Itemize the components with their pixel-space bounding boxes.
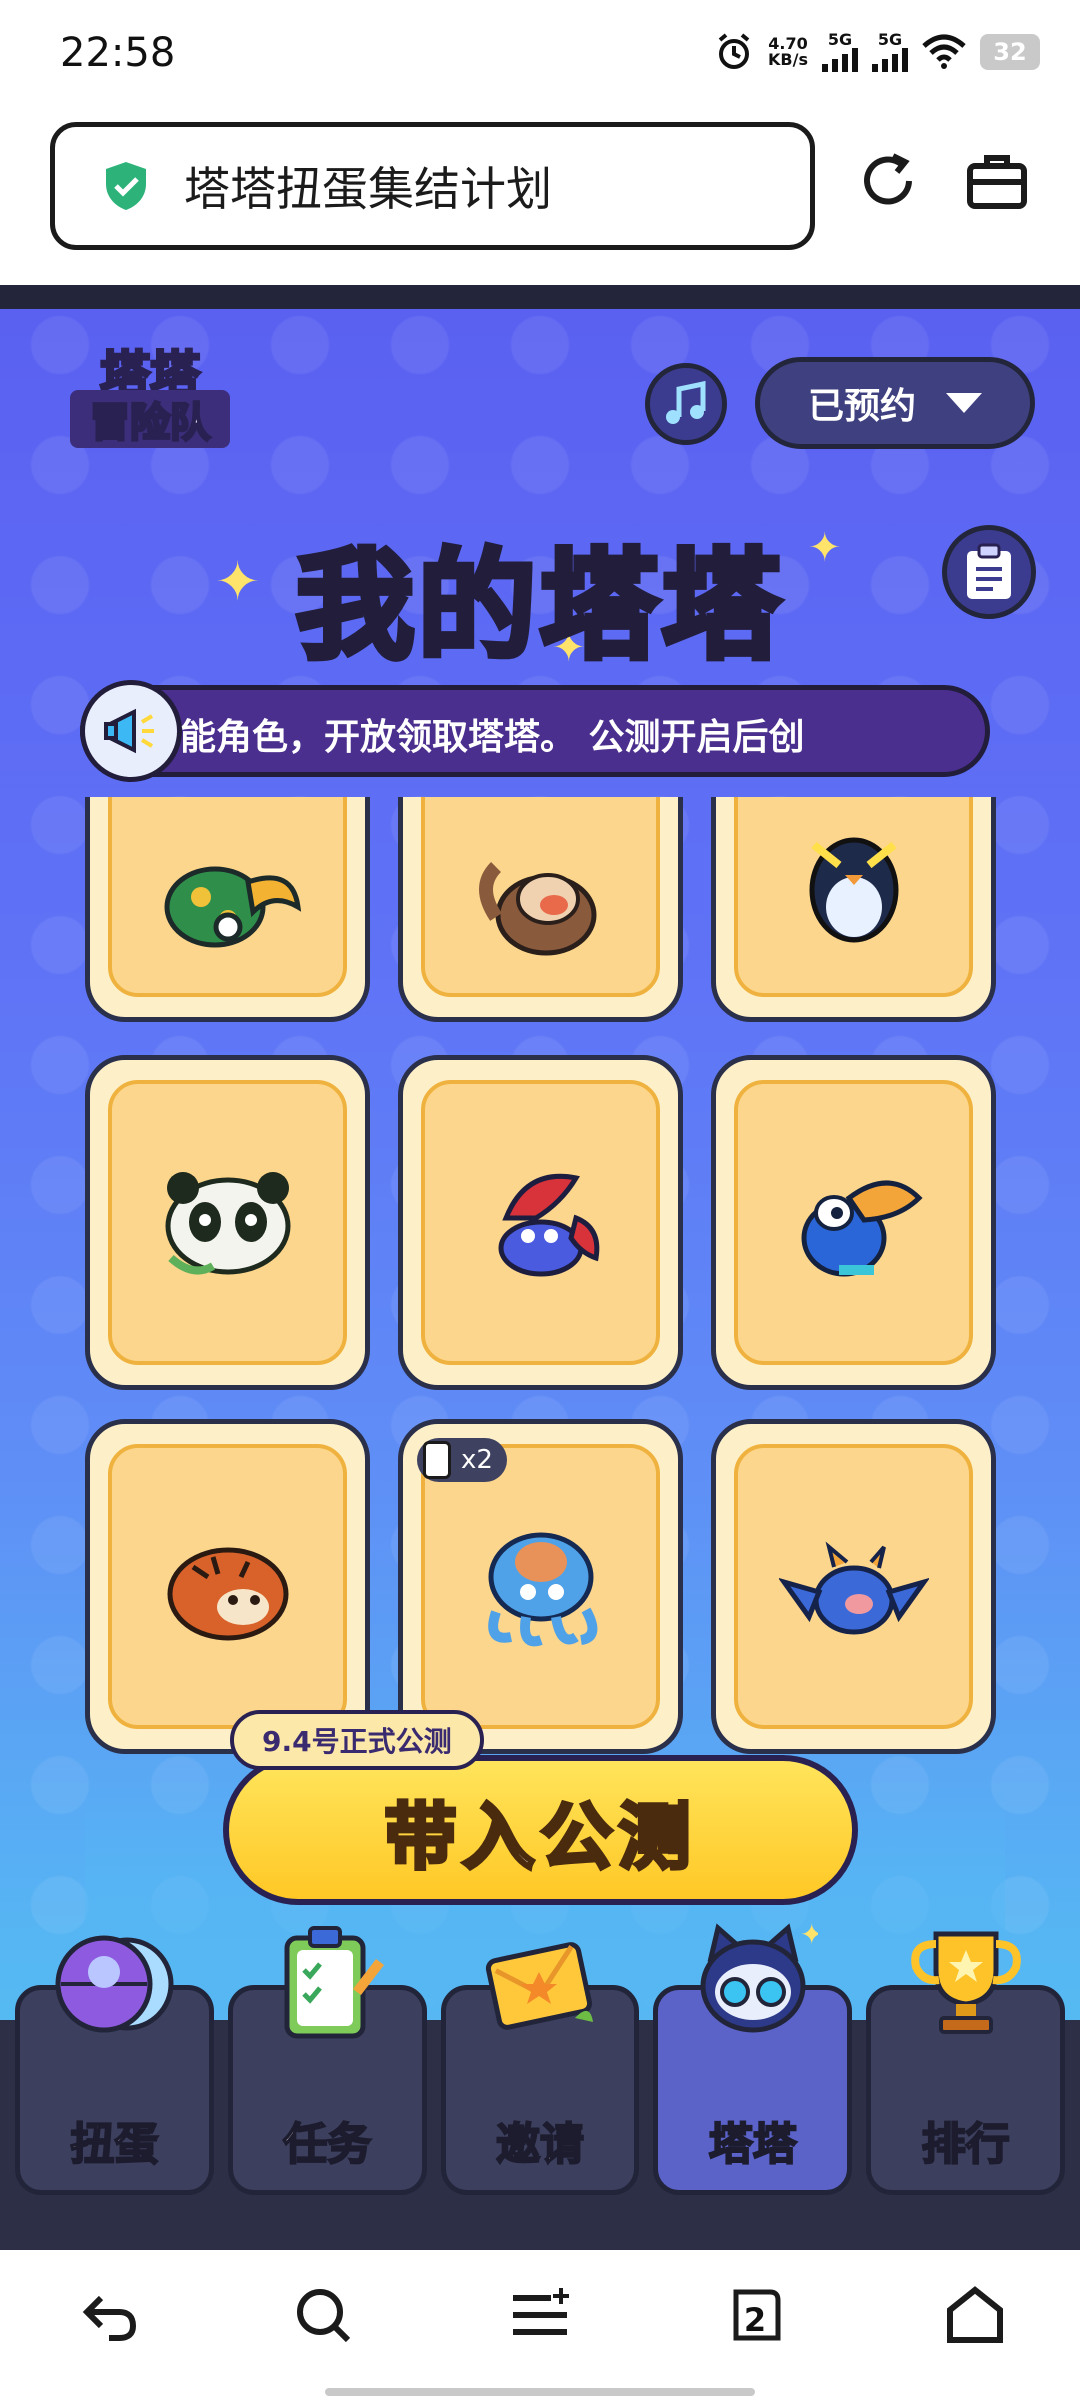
capsule-icon — [55, 1935, 174, 2033]
creature-card[interactable] — [398, 1055, 683, 1390]
turtle-bird-creature-icon — [164, 866, 301, 948]
game-logo: 塔塔 冒险队 — [55, 335, 245, 448]
rules-button[interactable] — [942, 525, 1036, 619]
status-bar: 22:58 4.70 KB/s 5G 5G 32 — [0, 0, 1080, 110]
creature-card[interactable] — [85, 1055, 370, 1390]
tab-count: 2 — [743, 2301, 767, 2339]
join-test-button[interactable]: 带入公测 — [223, 1755, 858, 1905]
card-stack-icon — [423, 1441, 451, 1479]
envelope-icon — [485, 1942, 593, 2030]
status-time: 22:58 — [60, 30, 176, 76]
game-top-divider — [0, 285, 1080, 309]
browser-toolbar: 塔塔扭蛋集结计划 — [0, 110, 1080, 285]
clipboard-icon — [284, 1926, 385, 2039]
crab-creature-icon — [498, 1173, 599, 1276]
tab-tata[interactable]: ✦ 塔塔 — [653, 1922, 853, 2195]
tab-invite[interactable]: 邀请 — [440, 1942, 640, 2195]
home-gesture-indicator[interactable] — [325, 2388, 755, 2396]
status-icons: 4.70 KB/s 5G 5G 32 — [714, 32, 1040, 72]
page-heading: 我的塔塔 — [293, 534, 784, 678]
monkey-creature-icon — [478, 862, 596, 956]
page-title: 塔塔扭蛋集结计划 — [184, 162, 552, 216]
battery-indicator: 32 — [980, 34, 1040, 70]
clipboard-list-icon — [967, 543, 1011, 599]
net-speed: 4.70 KB/s — [768, 34, 808, 69]
creature-card[interactable] — [398, 797, 683, 1022]
chevron-down-icon — [946, 393, 982, 413]
tab-gacha[interactable]: 扭蛋 — [15, 1935, 214, 2195]
home-icon[interactable] — [940, 2280, 1010, 2350]
octopus-creature-icon — [487, 1532, 597, 1646]
back-icon[interactable] — [75, 2280, 145, 2350]
bottom-tab-bar: 扭蛋 任务 邀请 ✦ 塔塔 排行 — [15, 1922, 1065, 2195]
toolbox-icon[interactable] — [962, 146, 1032, 216]
creature-card[interactable] — [711, 1419, 996, 1754]
tab-tasks[interactable]: 任务 — [227, 1926, 427, 2195]
penguin-creature-icon — [809, 837, 898, 942]
alarm-icon — [718, 33, 750, 69]
sim1-signal: 5G — [822, 32, 858, 72]
duplicate-count-badge: x2 — [417, 1438, 507, 1482]
announcement-marquee: 能角色，开放领取塔塔。 公测开启后创 — [80, 685, 990, 777]
reserve-status-button[interactable]: 已预约 — [755, 357, 1035, 449]
trophy-icon — [910, 1931, 1021, 2034]
music-note-icon — [666, 380, 706, 424]
bat-pig-creature-icon — [778, 1541, 929, 1634]
toucan-creature-icon — [801, 1180, 923, 1276]
megaphone-icon — [80, 680, 182, 782]
creature-card[interactable] — [711, 1055, 996, 1390]
browser-nav-bar: 2 — [0, 2250, 1080, 2400]
creature-card[interactable] — [85, 797, 370, 1022]
robot-cat-icon: ✦ — [700, 1922, 818, 2033]
reserve-label: 已预约 — [807, 386, 916, 427]
music-toggle-button[interactable] — [645, 363, 727, 445]
creature-card[interactable] — [711, 797, 996, 1022]
address-bar[interactable]: 塔塔扭蛋集结计划 — [50, 122, 815, 250]
menu-icon[interactable] — [505, 2280, 575, 2350]
signal-icon — [872, 48, 908, 72]
search-icon[interactable] — [288, 2280, 358, 2350]
sim2-signal: 5G — [872, 32, 908, 72]
game-view: 塔塔 冒险队 已预约 ✦ ✦ ✦ 我的塔塔 能角色，开放领取塔塔。 公测开启后创 — [0, 285, 1080, 2250]
svg-text:✦: ✦ — [800, 1922, 818, 1951]
secure-shield-icon — [106, 162, 146, 210]
tab-ranking[interactable]: 排行 — [866, 1931, 1065, 2195]
tiger-creature-icon — [167, 1547, 288, 1640]
launch-date-badge: 9.4号正式公测 — [230, 1710, 484, 1770]
reload-icon[interactable] — [853, 146, 923, 216]
creature-card[interactable]: x2 — [398, 1419, 683, 1754]
wifi-icon — [922, 34, 966, 69]
announcement-text: 能角色，开放领取塔塔。 公测开启后创 — [180, 717, 805, 758]
panda-creature-icon — [165, 1171, 290, 1274]
signal-icon — [822, 48, 858, 72]
creature-card[interactable] — [85, 1419, 370, 1754]
